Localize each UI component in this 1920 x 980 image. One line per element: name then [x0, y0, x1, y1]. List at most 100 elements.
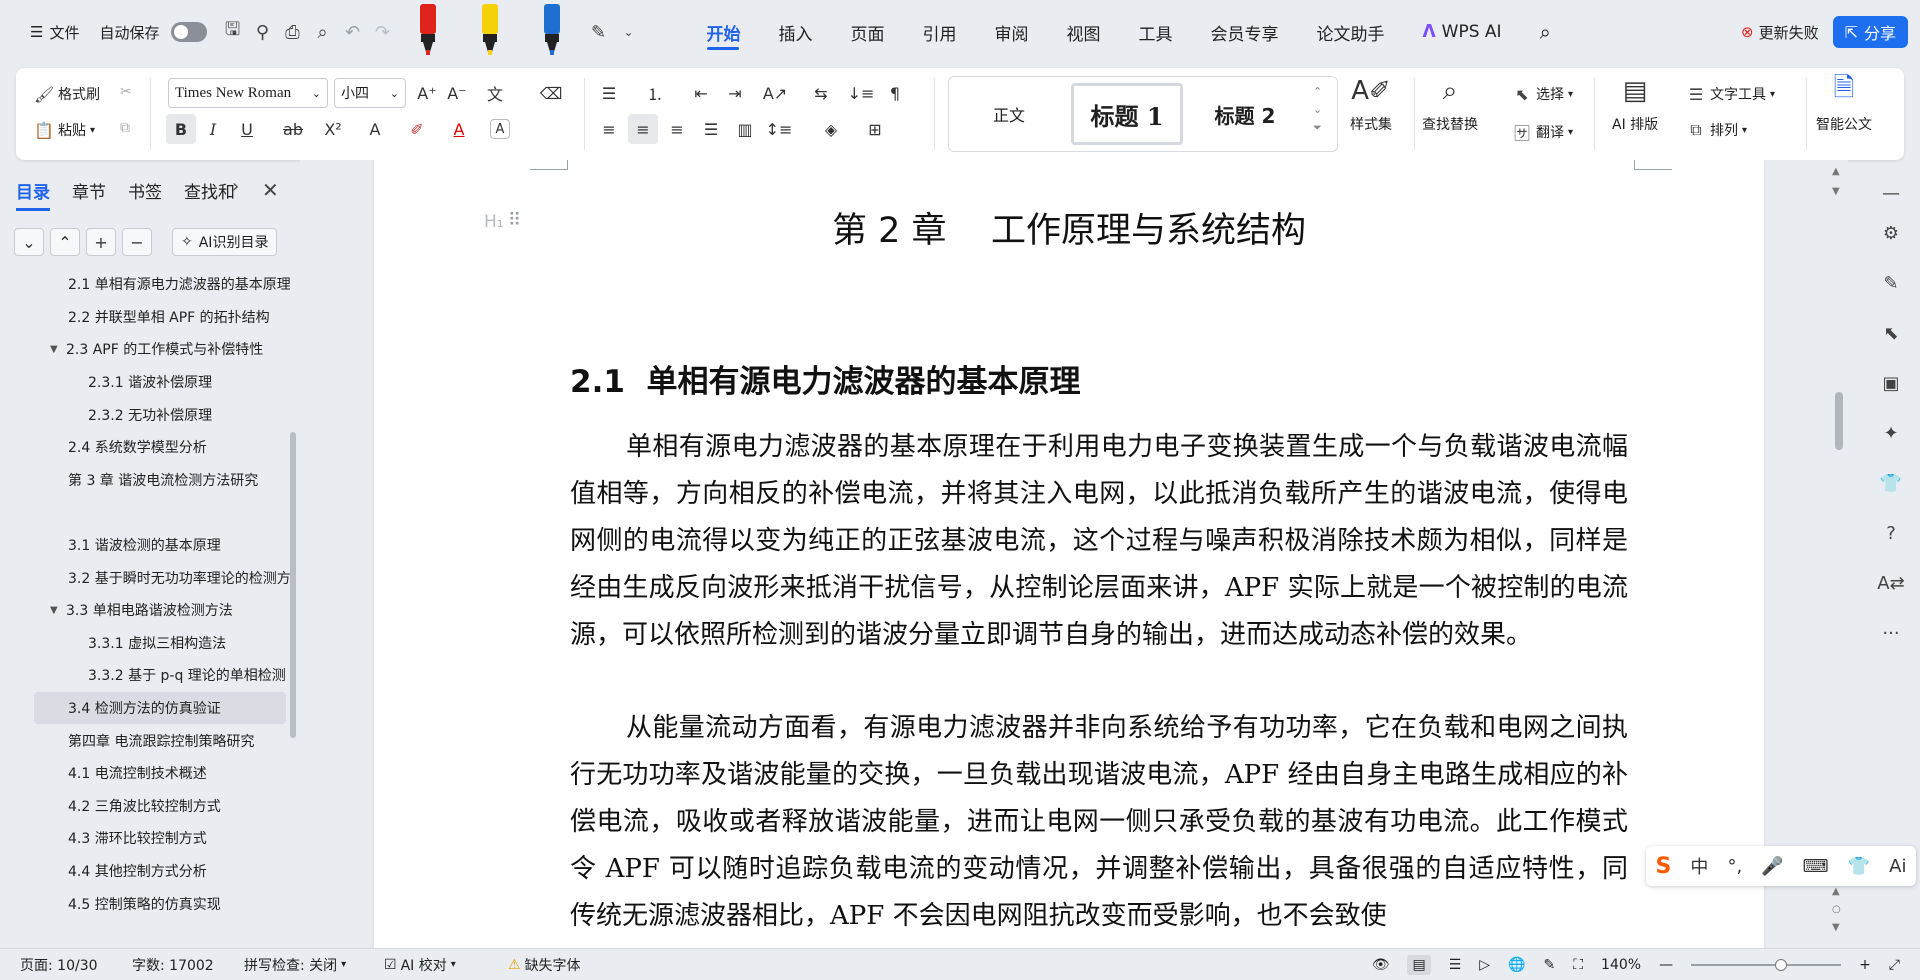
spell-check-status[interactable]: 拼写检查: 关闭 ▾ — [244, 955, 346, 975]
bold-icon[interactable]: B — [166, 114, 196, 144]
prev-page-icon[interactable]: ▲ — [1832, 886, 1840, 897]
clear-format-icon[interactable]: ⌫ — [536, 78, 566, 108]
style-heading-1[interactable]: 标题 1 — [1071, 83, 1183, 145]
toc-item-selected[interactable]: 3.4 检测方法的仿真验证 — [34, 691, 286, 725]
toc-item[interactable]: ▼ 2.3 APF 的工作模式与补偿特性 — [0, 333, 290, 366]
body-paragraph[interactable]: 单相有源电力滤波器的基本原理在于利用电力电子变换装置生成一个与负载谐波电流幅值相… — [570, 424, 1628, 659]
next-page-icon[interactable]: ▼ — [1832, 922, 1840, 933]
shrink-font-icon[interactable]: A⁻ — [442, 78, 472, 108]
style-set-button[interactable]: A✐ 样式集 — [1350, 74, 1392, 134]
shading-icon[interactable]: ◈ — [816, 114, 846, 144]
more-icon[interactable]: ··· — [1878, 620, 1904, 646]
translate-icon[interactable]: A⇄ — [1877, 570, 1904, 596]
tab-view[interactable]: 视图 — [1047, 12, 1119, 52]
help-icon[interactable]: ? — [1878, 520, 1904, 546]
document-page[interactable]: H₁ ⠿ 第 2 章 工作原理与系统结构 2.1 单相有源电力滤波器的基本原理 … — [374, 160, 1764, 948]
paste-button[interactable]: 📋 粘贴 ▾ — [34, 120, 95, 140]
expand-arrow-icon[interactable]: ▼ — [50, 605, 66, 616]
toc-item[interactable]: 2.3.1 谐波补偿原理 — [0, 366, 290, 399]
highlighter-red-icon[interactable] — [405, 4, 451, 60]
expand-icon[interactable]: ⌃ — [50, 228, 80, 256]
bullet-list-icon[interactable]: ☰ — [594, 78, 624, 108]
fit-page-icon[interactable]: ⛶ — [1573, 957, 1583, 973]
nav-tab-chapters[interactable]: 章节 — [72, 178, 106, 203]
decrease-indent-icon[interactable]: ⇤ — [686, 78, 716, 108]
document-scrollbar[interactable] — [1835, 392, 1843, 450]
zoom-slider[interactable] — [1691, 959, 1842, 971]
eye-icon[interactable]: 👁 — [1372, 957, 1390, 973]
nav-tab-toc[interactable]: 目录 — [16, 178, 50, 211]
play-icon[interactable]: ▷ — [1479, 957, 1490, 973]
toc-item[interactable]: 第 3 章 谐波电流检测方法研究 — [0, 464, 290, 497]
show-marks-icon[interactable]: ¶ — [880, 78, 910, 108]
toc-item[interactable]: 3.3.1 虚拟三相构造法 — [0, 627, 290, 660]
write-mode-icon[interactable]: ✎ — [1543, 957, 1555, 973]
arrange-button[interactable]: ⧉ 排列 ▾ — [1686, 120, 1747, 140]
toc-item-blank[interactable] — [0, 496, 290, 529]
toc-item[interactable]: 2.4 系统数学模型分析 — [0, 431, 290, 464]
outline-view-icon[interactable]: ☰ — [1449, 957, 1462, 973]
tab-review[interactable]: 审阅 — [975, 12, 1047, 52]
nav-scrollbar[interactable] — [290, 432, 296, 738]
toc-item[interactable]: 4.4 其他控制方式分析 — [0, 855, 290, 888]
tab-wps-ai[interactable]: ᐱ WPS AI — [1403, 12, 1520, 52]
fullscreen-icon[interactable]: ⤢ — [1889, 957, 1900, 973]
superscript-icon[interactable]: X² — [318, 114, 348, 144]
zoom-in-icon[interactable]: + — [1859, 957, 1871, 973]
toc-item[interactable]: 4.2 三角波比较控制方式 — [0, 790, 290, 823]
tab-member[interactable]: 会员专享 — [1191, 12, 1297, 52]
ai-toc-button[interactable]: ✧ AI识别目录 — [172, 228, 278, 256]
italic-icon[interactable]: I — [198, 114, 228, 144]
highlighter-blue-icon[interactable] — [529, 4, 575, 60]
toc-item[interactable]: 2.3.2 无功补偿原理 — [0, 398, 290, 431]
sort-icon[interactable]: ↓≡ — [846, 78, 876, 108]
page-view-icon[interactable]: ▤ — [1407, 955, 1431, 975]
ai-layout-button[interactable]: ▤ AI 排版 — [1612, 74, 1658, 134]
print-preview-icon[interactable]: ⌕ — [307, 17, 337, 47]
toc-item[interactable]: 2.1 单相有源电力滤波器的基本原理 — [0, 268, 290, 301]
pointer-icon[interactable]: ⬉ — [1878, 320, 1904, 346]
toc-item[interactable]: 3.2 基于瞬时无功功率理论的检测方法 — [0, 561, 290, 594]
grow-font-icon[interactable]: A⁺ — [412, 78, 442, 108]
toc-item[interactable]: 4.1 电流控制技术概述 — [0, 757, 290, 790]
font-color-icon[interactable]: A — [444, 114, 474, 144]
sort-swap-icon[interactable]: ⇆ — [806, 78, 836, 108]
keyboard-icon[interactable]: ⌨ — [1803, 856, 1829, 877]
toc-item[interactable]: 3.3.2 基于 p-q 理论的单相检测 — [0, 659, 290, 692]
ime-ai[interactable]: Ai — [1889, 856, 1906, 877]
tab-insert[interactable]: 插入 — [759, 12, 831, 52]
shirt-icon[interactable]: 👕 — [1878, 470, 1904, 496]
strikethrough-icon[interactable]: ab — [278, 114, 308, 144]
select-button[interactable]: ⬉ 选择 ▾ — [1512, 84, 1573, 104]
cut-icon[interactable]: ✂ — [120, 84, 132, 100]
borders-icon[interactable]: ⊞ — [860, 114, 890, 144]
redo-icon[interactable]: ↷ — [367, 17, 397, 47]
ime-punct[interactable]: °, — [1727, 856, 1742, 877]
highlight-color-icon[interactable]: ✐ — [402, 114, 432, 144]
select-browse-icon[interactable]: ○ — [1832, 904, 1841, 915]
scroll-up-icon[interactable]: ▲ — [1832, 166, 1840, 177]
section-title[interactable]: 2.1 单相有源电力滤波器的基本原理 — [570, 356, 1081, 401]
update-failed-button[interactable]: ⊗ 更新失败 — [1741, 22, 1819, 43]
phonetic-guide-icon[interactable]: 文 — [480, 78, 510, 108]
zoom-slider-knob[interactable] — [1775, 959, 1788, 971]
style-scroll-arrows[interactable]: ⌃ ⌄ ⏷ — [1313, 83, 1322, 137]
close-icon[interactable]: ✕ — [262, 178, 279, 202]
zoom-level[interactable]: 140% — [1601, 957, 1641, 973]
save-icon[interactable]: 🖫 — [217, 17, 247, 47]
edit-icon[interactable]: ✎ — [1878, 270, 1904, 296]
line-spacing-icon[interactable]: ↕≡ — [764, 114, 794, 144]
pen-icon[interactable]: ✎ — [583, 17, 613, 47]
toc-item[interactable]: 3.1 谐波检测的基本原理 — [0, 529, 290, 562]
expand-arrow-icon[interactable]: ▼ — [50, 344, 66, 355]
adjust-icon[interactable]: ⚙ — [1878, 220, 1904, 246]
autosave-toggle[interactable]: 自动保存 — [89, 16, 217, 48]
sparkle-icon[interactable]: ✦ — [1878, 420, 1904, 446]
image-icon[interactable]: ▣ — [1878, 370, 1904, 396]
copy-icon[interactable]: ⧉ — [120, 120, 130, 136]
print-icon[interactable]: ⎙ — [277, 17, 307, 47]
style-heading-2[interactable]: 标题 2 — [1189, 83, 1301, 145]
collapse-panel-icon[interactable]: — — [1878, 180, 1904, 206]
tab-tools[interactable]: 工具 — [1119, 12, 1191, 52]
collapse-icon[interactable]: ⌄ — [14, 228, 44, 256]
